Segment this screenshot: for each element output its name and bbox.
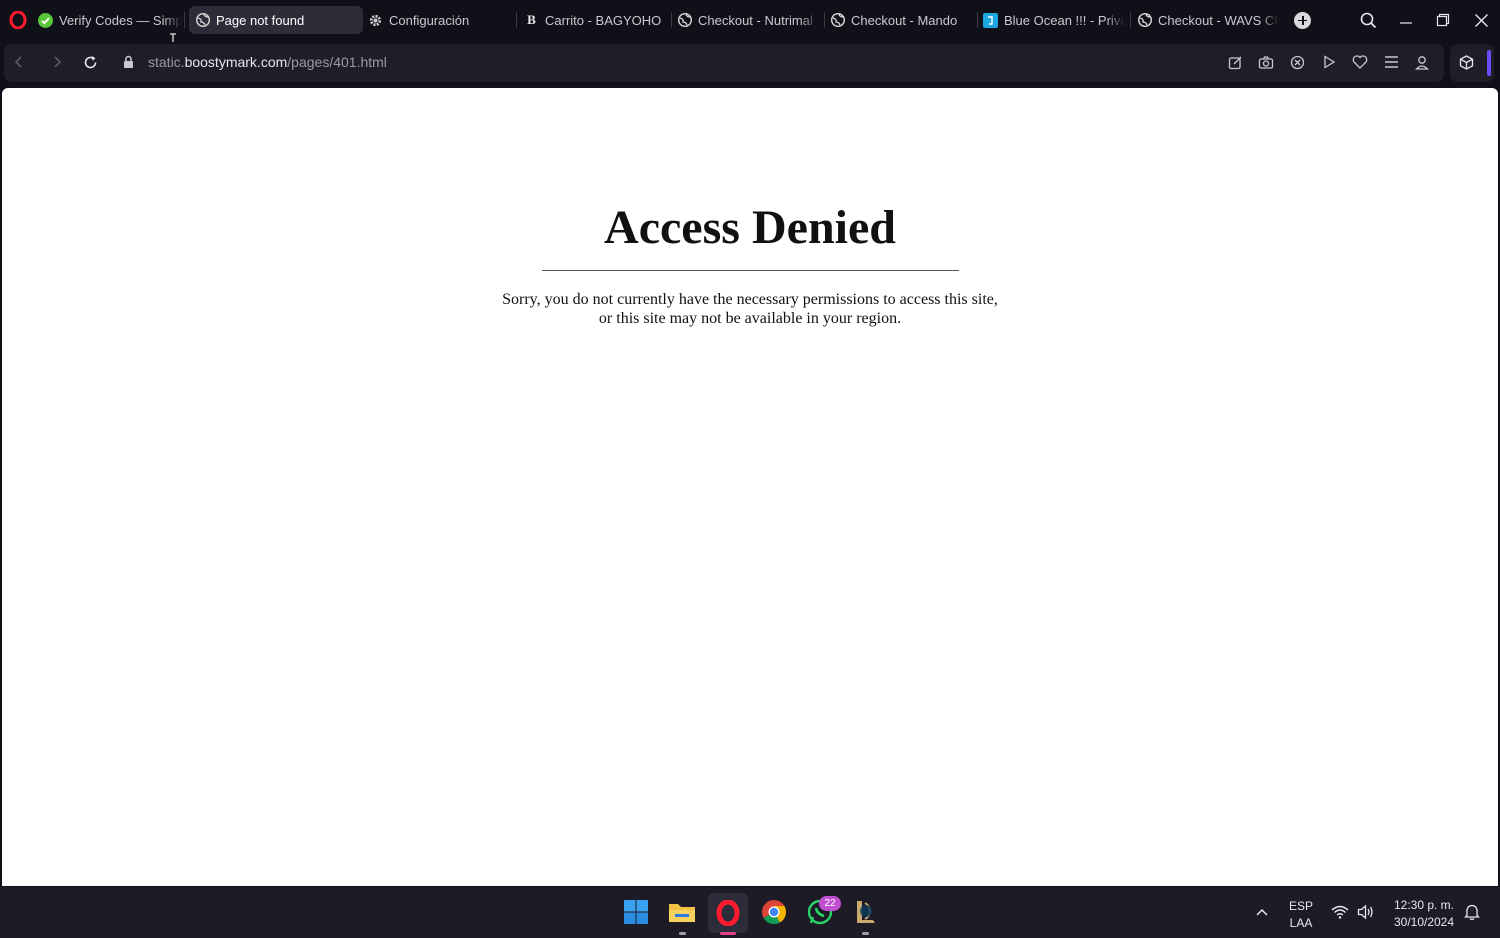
opera-active-indicator <box>720 932 736 935</box>
tab-checkout-nutrimal[interactable]: Checkout - Nutrimal S <box>677 6 819 34</box>
url-host: boostymark.com <box>184 54 288 70</box>
clock-time: 12:30 p. m. <box>1393 898 1455 912</box>
close-window-icon[interactable] <box>1469 8 1493 32</box>
tab-title: Blue Ocean !!! - Private <box>1004 12 1125 28</box>
lock-icon[interactable] <box>120 54 136 70</box>
message-line-1: Sorry, you do not currently have the nec… <box>502 291 998 308</box>
lang-bottom: LAA <box>1289 916 1313 930</box>
notification-bell-icon[interactable] <box>1460 900 1484 924</box>
file-explorer-icon[interactable] <box>668 898 696 926</box>
windows-taskbar: ESP LAA 12:30 p. m. 30/10/2024 <box>0 887 1500 938</box>
globe-icon <box>1137 13 1152 28</box>
tab-strip: Verify Codes — Simply Page not found Con… <box>0 0 1500 40</box>
tab-title: Checkout - Mando <box>851 12 958 28</box>
tab-blue-ocean[interactable]: Blue Ocean !!! - Private <box>983 6 1125 34</box>
tab-separator <box>516 12 517 28</box>
address-bar: static.boostymark.com/pages/401.html <box>0 42 1500 84</box>
tab-separator <box>671 12 672 28</box>
tray-overflow-chevron-icon[interactable] <box>1250 900 1274 924</box>
league-running-indicator <box>862 932 869 935</box>
url-prefix: static. <box>148 54 185 70</box>
tab-separator <box>824 12 825 28</box>
tab-checkout-mando[interactable]: Checkout - Mando <box>830 6 972 34</box>
tab-search-icon[interactable] <box>1356 8 1380 32</box>
whatsapp-unread-badge: 22 <box>819 896 841 911</box>
restore-icon[interactable] <box>1431 8 1455 32</box>
globe-icon <box>830 13 845 28</box>
tab-title: Checkout - Nutrimal S <box>698 12 819 28</box>
letter-b-icon: B <box>527 12 536 27</box>
opera-menu-icon[interactable] <box>9 11 27 29</box>
tab-carrito-bagyoho[interactable]: B Carrito - BAGYOHO <box>524 6 666 34</box>
back-icon[interactable] <box>11 54 27 70</box>
blue-square-icon <box>983 12 998 28</box>
tab-verify-codes[interactable]: Verify Codes — Simply <box>38 6 182 34</box>
league-of-legends-icon[interactable] <box>852 898 880 926</box>
error-message: Sorry, you do not currently have the nec… <box>2 290 1498 328</box>
tab-title: Verify Codes — Simply <box>59 12 182 28</box>
player-icon[interactable] <box>1321 54 1337 70</box>
edit-share-icon[interactable] <box>1227 54 1243 70</box>
volume-icon[interactable] <box>1354 900 1378 924</box>
minimize-icon[interactable] <box>1394 8 1418 32</box>
tab-separator <box>1130 12 1131 28</box>
explorer-running-indicator <box>679 932 686 935</box>
tab-title: Carrito - BAGYOHO <box>545 12 662 28</box>
tab-page-not-found[interactable]: Page not found <box>189 6 363 34</box>
easy-setup-icon[interactable] <box>1383 54 1399 70</box>
clock[interactable]: 12:30 p. m. 30/10/2024 <box>1386 898 1462 929</box>
wifi-icon[interactable] <box>1328 900 1352 924</box>
gear-icon <box>368 13 383 28</box>
snapshot-camera-icon[interactable] <box>1258 54 1274 70</box>
extensions-cube-icon[interactable] <box>1458 54 1474 70</box>
profile-icon[interactable] <box>1414 54 1430 70</box>
tab-title: Configuración <box>389 12 470 28</box>
tab-separator <box>184 12 185 28</box>
message-line-2: or this site may not be available in you… <box>598 310 902 327</box>
chrome-icon[interactable] <box>760 898 788 926</box>
windows-start-icon[interactable] <box>622 898 650 926</box>
url-path: /pages/401.html <box>287 54 387 70</box>
lang-top: ESP <box>1288 899 1313 913</box>
globe-icon <box>677 13 692 28</box>
clock-date: 30/10/2024 <box>1393 915 1455 929</box>
tab-title: Checkout - WAVS CUS <box>1158 12 1279 28</box>
heart-icon[interactable] <box>1352 54 1368 70</box>
new-tab-button[interactable] <box>1294 12 1311 29</box>
forward-icon[interactable] <box>49 54 65 70</box>
tab-title: Page not found <box>216 12 305 28</box>
page-title: Access Denied <box>604 201 896 254</box>
reload-icon[interactable] <box>82 54 98 70</box>
input-language-indicator[interactable]: ESP LAA <box>1285 899 1317 930</box>
page-viewport: Access Denied Sorry, you do not currentl… <box>2 88 1498 886</box>
tab-configuracion[interactable]: Configuración <box>368 6 510 34</box>
tab-checkout-wavs[interactable]: Checkout - WAVS CUS <box>1137 6 1279 34</box>
tab-separator <box>977 12 978 28</box>
adblock-icon[interactable] <box>1289 54 1305 70</box>
globe-icon <box>195 13 210 28</box>
check-circle-icon <box>38 12 53 28</box>
heading-divider <box>542 270 959 271</box>
url-text[interactable]: static.boostymark.com/pages/401.html <box>148 54 387 70</box>
opera-taskbar-icon[interactable] <box>708 893 748 933</box>
sidebar-accent-bar <box>1487 50 1491 76</box>
